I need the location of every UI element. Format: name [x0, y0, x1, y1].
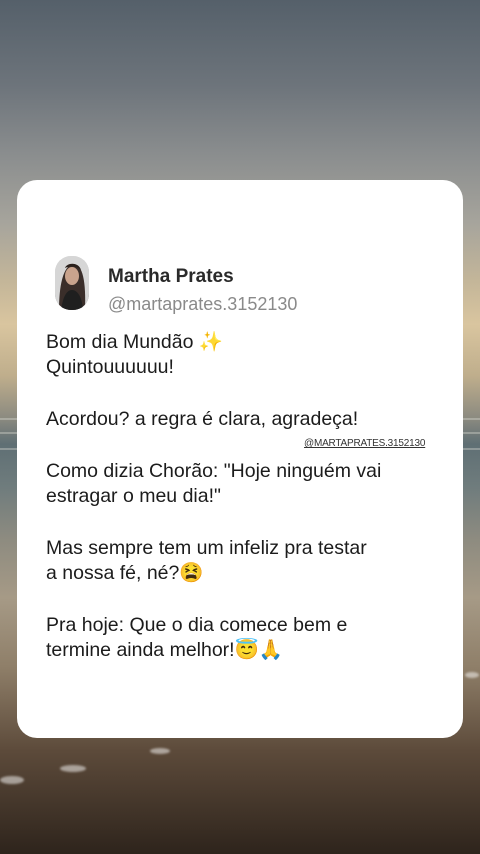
post-line: a nossa fé, né?😫	[46, 562, 204, 584]
post-line: termine ainda melhor!😇🙏	[46, 639, 284, 661]
foam	[150, 748, 170, 754]
post-line: Pra hoje: Que o dia comece bem e	[46, 614, 348, 636]
author-name[interactable]: Martha Prates	[108, 266, 234, 288]
post-line: estragar o meu dia!"	[46, 485, 221, 507]
watermark-handle: @MARTAPRATES.3152130	[304, 438, 426, 449]
post-line: Acordou? a regra é clara, agradeça!	[46, 408, 359, 430]
post-card: Martha Prates @martaprates.3152130 Bom d…	[17, 180, 463, 738]
avatar-photo	[55, 256, 89, 310]
avatar[interactable]	[55, 256, 89, 310]
post-body: Bom dia Mundão ✨ Quintouuuuuu! Acordou? …	[46, 330, 446, 663]
post-line: Como dizia Chorão: "Hoje ninguém vai	[46, 460, 382, 482]
post-line: Quintouuuuuu!	[46, 356, 174, 378]
author-handle[interactable]: @martaprates.3152130	[108, 294, 297, 315]
foam	[0, 776, 24, 784]
foam	[60, 765, 86, 772]
post-line: Mas sempre tem um infeliz pra testar	[46, 537, 367, 559]
foam	[465, 672, 479, 678]
post-line: Bom dia Mundão ✨	[46, 331, 224, 353]
